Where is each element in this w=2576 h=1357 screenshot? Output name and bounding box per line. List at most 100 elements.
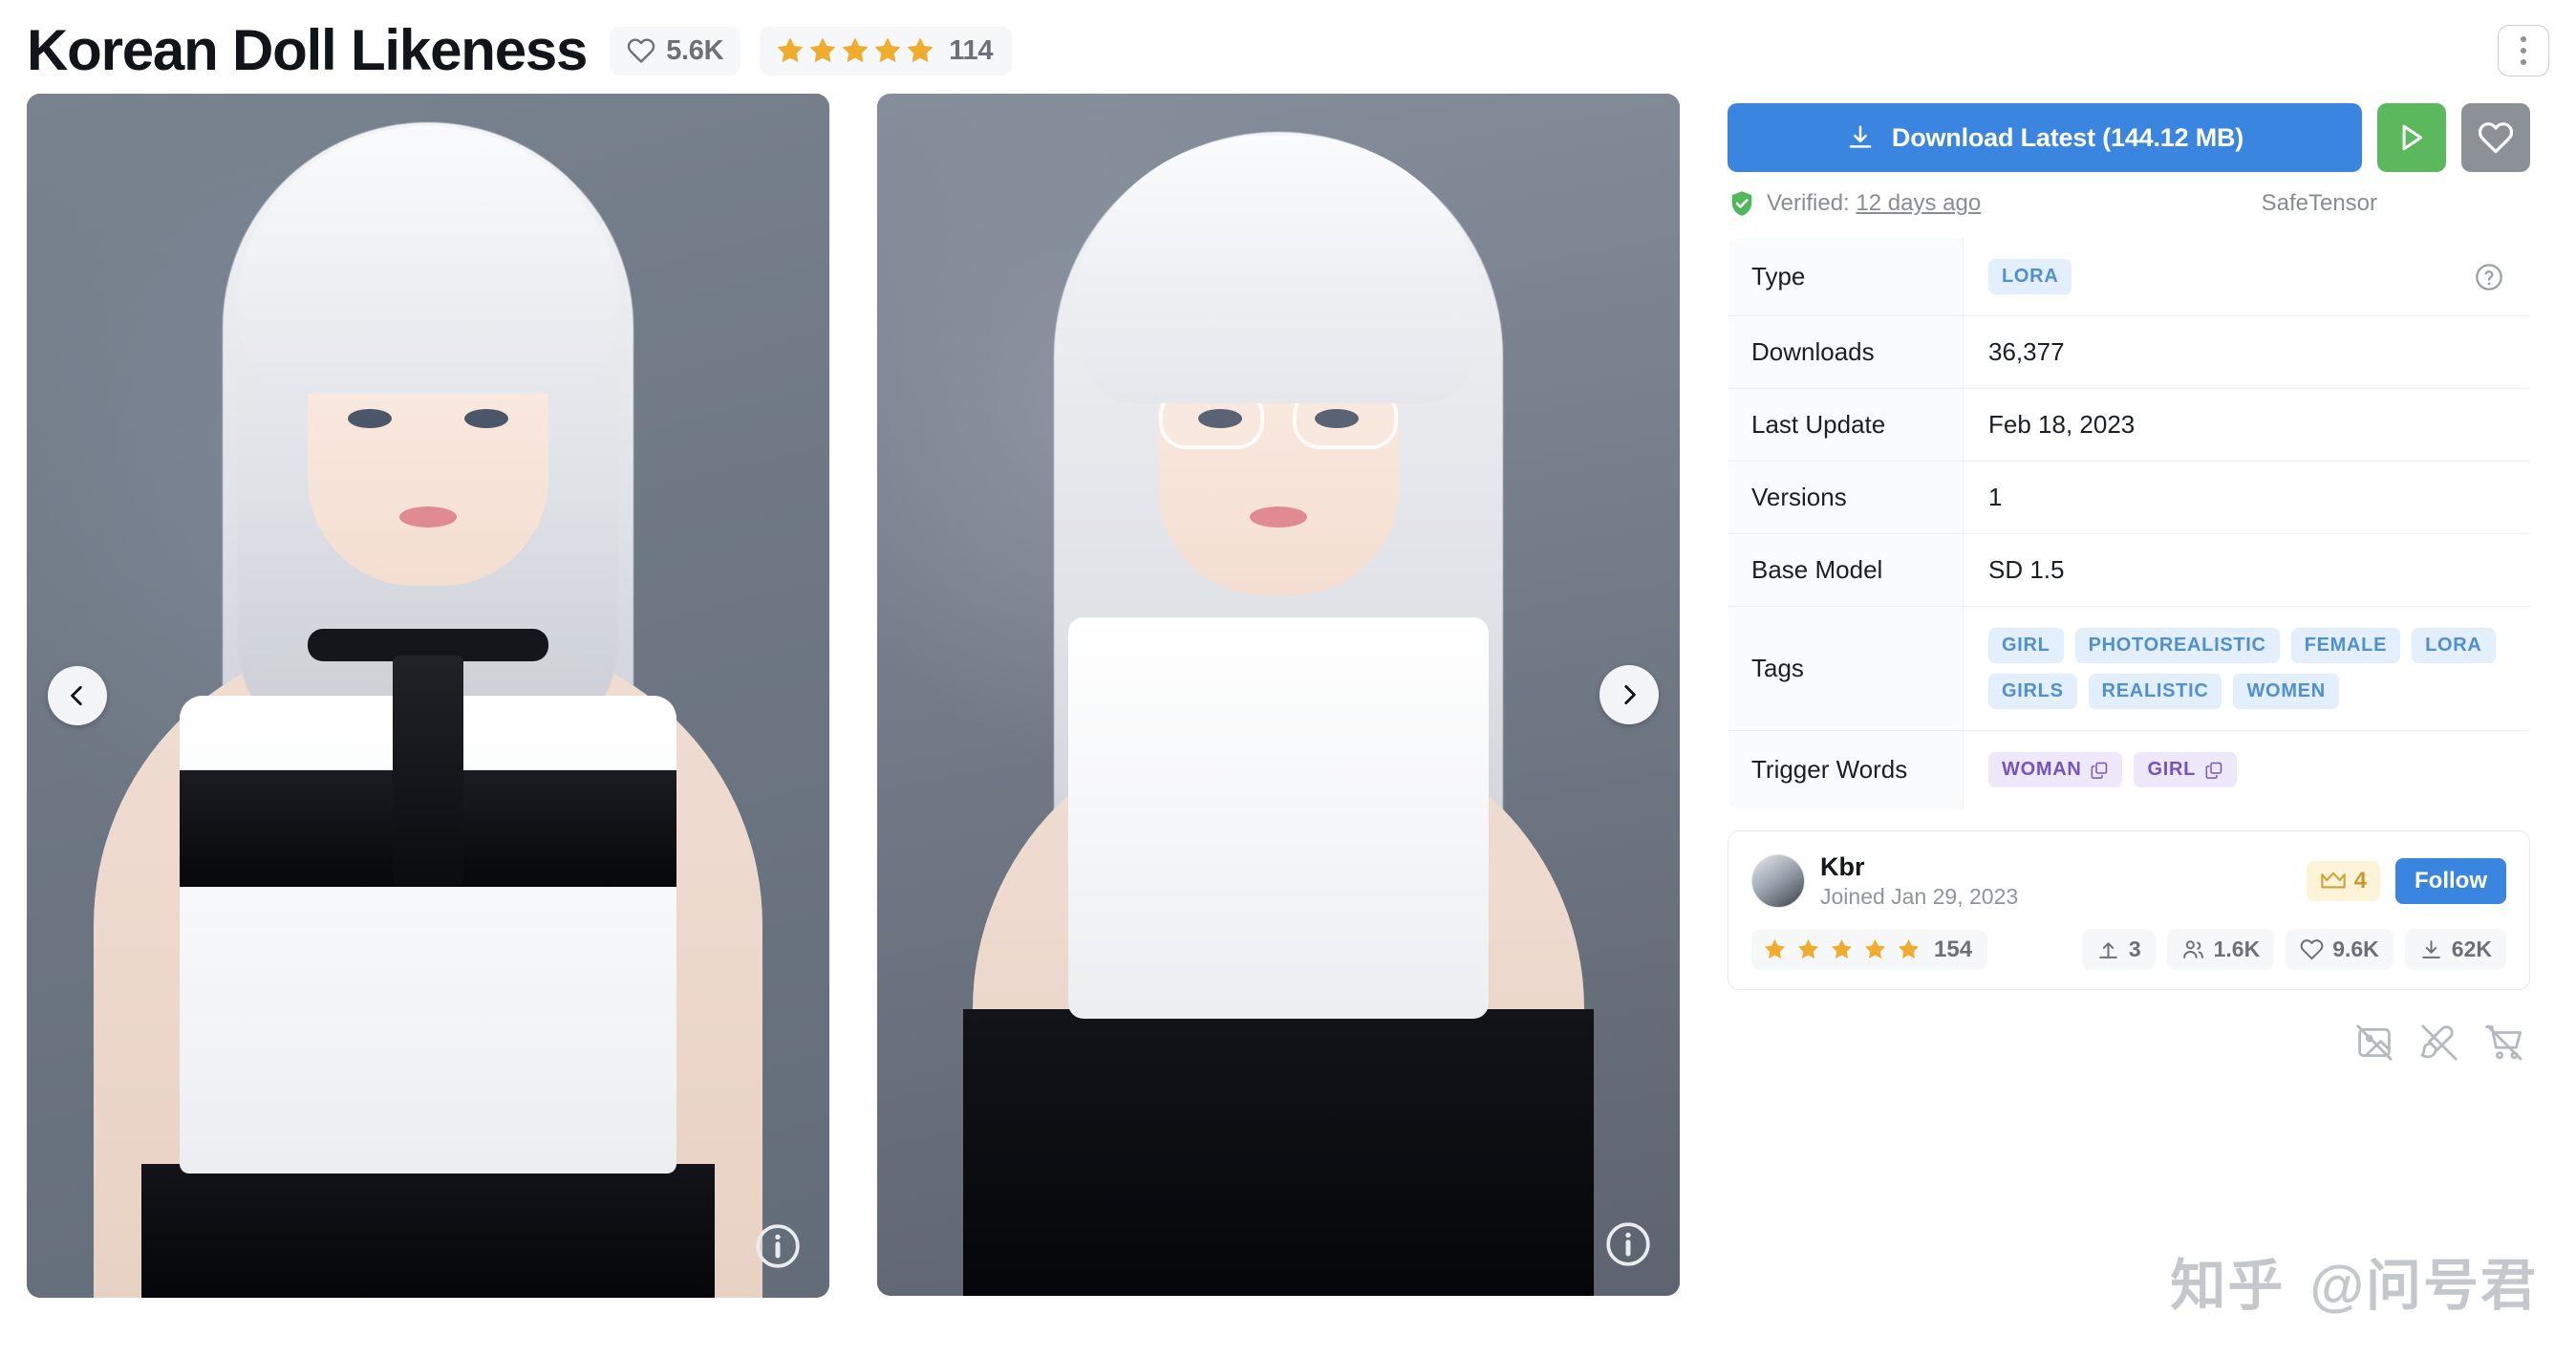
row-value: LORA [1964,238,2530,316]
image-gallery [27,94,1680,1298]
creator-rating-count: 154 [1934,936,1973,962]
copy-icon[interactable] [2204,761,2223,780]
tag-chip[interactable]: GIRLS [1988,674,2077,709]
follow-button[interactable]: Follow [2395,858,2506,905]
copy-icon[interactable] [2090,761,2109,780]
heart-outline-icon [2478,122,2514,154]
download-label: Download Latest (144.12 MB) [1891,122,2244,152]
tag-chip[interactable]: WOMEN [2233,674,2339,709]
info-circle-icon [756,1224,800,1268]
row-key: Tags [1728,606,1964,731]
verified-prefix: Verified: [1767,190,1850,216]
no-brush-icon [2420,1024,2458,1061]
trigger-word-list: WOMAN GIRL [1988,752,2508,787]
row-value: SD 1.5 [1988,555,2065,584]
creator-name[interactable]: Kbr [1820,852,2018,881]
content-area: Download Latest (144.12 MB) Verified: 12… [27,94,2549,1298]
stat-value: 62K [2451,937,2492,962]
favorite-button[interactable] [2461,103,2530,172]
gallery-image-2[interactable] [877,94,1680,1296]
row-key: Versions [1728,461,1964,534]
likes-pill[interactable]: 5.6K [610,26,741,75]
trigger-word-chip[interactable]: GIRL [2134,752,2238,787]
more-vertical-icon [2521,36,2526,42]
rating-pill[interactable]: 114 [760,26,1013,75]
row-key: Base Model [1728,533,1964,607]
gallery-info-button-1[interactable] [753,1221,803,1271]
chevron-left-icon [71,685,82,706]
table-row-base-model: Base Model SD 1.5 [1728,533,2529,607]
download-latest-button[interactable]: Download Latest (144.12 MB) [1728,103,2362,172]
more-options-button[interactable] [2498,25,2549,76]
no-image-icon [2356,1024,2393,1061]
gallery-next-button[interactable] [1599,665,1659,724]
table-row-last-update: Last Update Feb 18, 2023 [1728,388,2529,462]
avatar[interactable] [1751,854,1805,909]
creator-header: Kbr Joined Jan 29, 2023 4 Follow [1751,852,2506,910]
table-row-type: Type LORA [1728,238,2530,316]
creator-joined-date: Joined Jan 29, 2023 [1820,884,2019,910]
verification-row: Verified: 12 days ago SafeTensor [1728,187,2530,220]
stat-downloads[interactable]: 62K [2404,929,2506,971]
gallery-info-button-2[interactable] [1603,1219,1653,1269]
table-row-tags: Tags GIRL PHOTOREALISTIC FEMALE LORA GIRLS RE… [1728,606,2530,731]
shield-check-icon [1731,191,1752,216]
tag-chip[interactable]: PHOTOREALISTIC [2074,628,2280,663]
table-row-downloads: Downloads 36,377 [1728,315,2529,389]
creator-rating-pill[interactable]: 154 [1751,929,1988,970]
gallery-prev-button[interactable] [48,666,107,725]
model-info-table: Type LORA Downloads 36,377 Last Update F… [1728,237,2530,809]
stat-likes[interactable]: 9.6K [2286,929,2394,971]
page-header: Korean Doll Likeness 5.6K 114 [27,0,2549,94]
stat-uploads[interactable]: 3 [2081,929,2156,971]
star-rating [775,35,935,66]
tag-chip[interactable]: LORA [2412,628,2496,663]
chevron-right-icon [1624,684,1636,705]
details-panel: Download Latest (144.12 MB) Verified: 12… [1728,94,2530,1298]
heart-outline-icon [627,36,655,65]
model-detail-page: Korean Doll Likeness 5.6K 114 Download L… [0,0,2576,1357]
row-value: WOMAN GIRL [1964,731,2530,809]
row-key: Trigger Words [1728,730,1964,808]
page-title: Korean Doll Likeness [27,18,588,82]
download-icon [2421,940,2440,959]
tag-list: GIRL PHOTOREALISTIC FEMALE LORA GIRLS REALIST… [1988,628,2508,709]
creator-card: Kbr Joined Jan 29, 2023 4 Follow 154 3 1… [1728,830,2530,991]
crown-badge: 4 [2306,861,2381,902]
rating-count: 114 [949,34,994,66]
gallery-image-1[interactable] [27,94,829,1298]
type-chip[interactable]: LORA [1988,259,2072,294]
upload-icon [2098,942,2117,959]
permissions-row [1728,1023,2530,1063]
table-row-trigger-words: Trigger Words WOMAN GIRL [1728,730,2530,809]
row-value: 1 [1988,483,2003,511]
more-vertical-icon [2521,48,2526,54]
row-key: Last Update [1728,388,1964,462]
tag-chip[interactable]: GIRL [1988,628,2064,663]
info-circle-icon [1606,1222,1650,1266]
row-key: Type [1728,238,1964,316]
trigger-word-chip[interactable]: WOMAN [1988,752,2123,787]
heart-icon [2300,939,2324,960]
row-key: Downloads [1728,315,1964,389]
run-model-button[interactable] [2377,103,2446,172]
preview-figure-2 [877,94,1680,1296]
download-icon [1849,125,1872,148]
tag-chip[interactable]: FEMALE [2290,628,2401,663]
trigger-word-label: WOMAN [2002,759,2082,780]
verified-time-link[interactable]: 12 days ago [1856,190,1981,217]
file-format-label: SafeTensor [2261,190,2377,216]
row-value: 36,377 [1988,337,2065,366]
crown-count: 4 [2353,868,2368,894]
stat-followers[interactable]: 1.6K [2166,929,2275,971]
stat-value: 1.6K [2213,937,2261,962]
row-value: Feb 18, 2023 [1988,410,2136,439]
action-row: Download Latest (144.12 MB) [1728,103,2530,172]
help-circle-icon[interactable] [2474,262,2504,292]
creator-stats-row: 154 3 1.6K 9.6K 62K [1751,929,2506,971]
trigger-word-label: GIRL [2147,759,2197,780]
stat-value: 9.6K [2332,937,2379,962]
more-vertical-icon [2521,59,2526,65]
row-value: GIRL PHOTOREALISTIC FEMALE LORA GIRLS REALIST… [1964,607,2530,731]
tag-chip[interactable]: REALISTIC [2088,674,2222,709]
